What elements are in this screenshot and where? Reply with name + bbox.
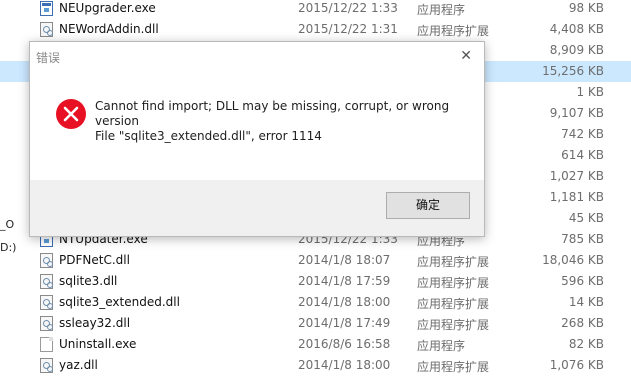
- dll-file-icon: [40, 295, 53, 310]
- file-size: 9,107 KB: [549, 106, 604, 120]
- dialog-footer: 确定: [30, 180, 484, 236]
- file-size: 614 KB: [561, 148, 604, 162]
- file-name: yaz.dll: [59, 358, 98, 372]
- file-size: 785 KB: [561, 232, 604, 246]
- file-type: 应用程序: [417, 3, 466, 17]
- file-size: 268 KB: [561, 316, 604, 330]
- dll-file-icon: [40, 253, 53, 268]
- doc-file-icon: [40, 337, 53, 352]
- file-size: 742 KB: [561, 127, 604, 141]
- file-size: 1 KB: [576, 85, 604, 99]
- error-icon: [56, 99, 86, 129]
- dll-file-icon: [40, 358, 53, 373]
- file-name: NEUpgrader.exe: [59, 1, 156, 15]
- file-name: sqlite3_extended.dll: [59, 295, 180, 309]
- file-date: 2014/1/8 18:00: [298, 358, 391, 372]
- file-type: 应用程序扩展: [417, 276, 490, 290]
- file-date: 2015/12/22 1:31: [298, 22, 398, 36]
- file-date: 2015/12/22 1:33: [298, 1, 398, 15]
- file-date: 2016/8/6 16:58: [298, 337, 391, 351]
- file-date: 2014/1/8 18:00: [298, 295, 391, 309]
- file-type: 应用程序扩展: [417, 255, 490, 269]
- ok-button[interactable]: 确定: [386, 192, 470, 219]
- file-row[interactable]: Uninstall.exe 2016/8/6 16:58 应用程序 82 KB: [0, 334, 631, 355]
- error-message-line2: File "sqlite3_extended.dll", error 1114: [95, 129, 322, 143]
- file-date: 2014/1/8 17:59: [298, 274, 391, 288]
- error-dialog: 错误 ✕ Cannot find import; DLL may be miss…: [29, 41, 485, 237]
- file-size: 15,256 KB: [542, 64, 604, 78]
- file-row[interactable]: PDFNetC.dll 2014/1/8 18:07 应用程序扩展 18,046 KB: [0, 250, 631, 271]
- file-size: 18,046 KB: [542, 253, 604, 267]
- file-size: 14 KB: [568, 295, 604, 309]
- file-name: Uninstall.exe: [59, 337, 137, 351]
- file-size: 8,909 KB: [549, 43, 604, 57]
- dialog-content: Cannot find import; DLL may be missing, …: [30, 72, 484, 180]
- error-message-line1: Cannot find import; DLL may be missing, …: [95, 99, 450, 128]
- file-name: sqlite3.dll: [59, 274, 118, 288]
- file-name: NEWordAddin.dll: [59, 22, 159, 36]
- file-type: 应用程序扩展: [417, 360, 490, 374]
- dll-file-icon: [40, 316, 53, 331]
- file-row[interactable]: ssleay32.dll 2014/1/8 17:49 应用程序扩展 268 KB: [0, 313, 631, 334]
- file-type: 应用程序扩展: [417, 318, 490, 332]
- exe-file-icon: [40, 1, 53, 16]
- dll-file-icon: [40, 22, 53, 37]
- file-size: 1,076 KB: [549, 358, 604, 372]
- file-size: 1,181 KB: [549, 190, 604, 204]
- dialog-title: 错误: [36, 51, 61, 65]
- file-size: 1,027 KB: [549, 169, 604, 183]
- file-type: 应用程序: [417, 339, 466, 353]
- file-row[interactable]: sqlite3.dll 2014/1/8 17:59 应用程序扩展 596 KB: [0, 271, 631, 292]
- file-name: ssleay32.dll: [59, 316, 131, 330]
- file-size: 82 KB: [568, 337, 604, 351]
- error-message: Cannot find import; DLL may be missing, …: [95, 99, 455, 144]
- file-row[interactable]: sqlite3_extended.dll 2014/1/8 18:00 应用程序扩展…: [0, 292, 631, 313]
- file-type: 应用程序扩展: [417, 24, 490, 38]
- file-row[interactable]: yaz.dll 2014/1/8 18:00 应用程序扩展 1,076 KB: [0, 355, 631, 376]
- close-button[interactable]: ✕: [450, 42, 484, 72]
- file-size: 4,408 KB: [549, 22, 604, 36]
- close-icon: ✕: [460, 48, 472, 64]
- file-row[interactable]: NEWordAddin.dll 2015/12/22 1:31 应用程序扩展 4,40…: [0, 19, 631, 40]
- file-size: 98 KB: [568, 1, 604, 15]
- file-name: PDFNetC.dll: [59, 253, 130, 267]
- file-row[interactable]: NEUpgrader.exe 2015/12/22 1:33 应用程序 98 KB: [0, 0, 631, 19]
- file-size: 45 KB: [568, 211, 604, 225]
- file-size: 596 KB: [561, 274, 604, 288]
- file-date: 2014/1/8 18:07: [298, 253, 391, 267]
- dialog-titlebar[interactable]: 错误 ✕: [30, 42, 484, 72]
- dll-file-icon: [40, 274, 53, 289]
- file-date: 2014/1/8 17:49: [298, 316, 391, 330]
- file-type: 应用程序扩展: [417, 297, 490, 311]
